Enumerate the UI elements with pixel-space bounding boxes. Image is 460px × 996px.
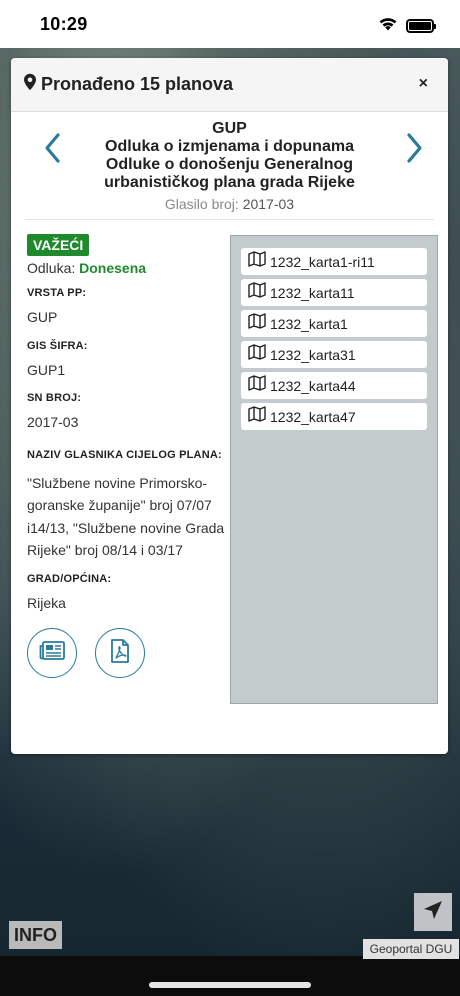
plan-name-line: Odluka o izmjenama i dopunama — [105, 138, 354, 155]
odluka-value: Donesena — [79, 260, 147, 276]
map-list-item[interactable]: 1232_karta47 — [241, 403, 427, 430]
odluka-row: Odluka: Donesena — [27, 260, 227, 276]
field-value-sn-broj: 2017-03 — [27, 414, 79, 430]
home-indicator[interactable] — [149, 982, 311, 988]
map-icon — [248, 375, 266, 396]
pdf-button[interactable] — [95, 628, 145, 678]
close-button[interactable]: × — [419, 75, 428, 93]
maps-list: 1232_karta1-ri11 1232_karta11 1232_karta… — [230, 235, 438, 704]
odluka-label: Odluka: — [27, 260, 76, 276]
map-icon — [248, 406, 266, 427]
map-item-label: 1232_karta11 — [270, 284, 355, 301]
map-attribution: Geoportal DGU — [363, 939, 459, 959]
locate-button[interactable] — [414, 893, 452, 931]
field-label-naziv-glasnika: NAZIV GLASNIKA CIJELOG PLANA: — [27, 448, 222, 461]
plan-name-line: urbanističkog plana grada Rijeke — [104, 174, 355, 191]
map-item-label: 1232_karta47 — [270, 408, 356, 425]
pdf-icon — [110, 638, 130, 668]
field-label-vrsta-pp: VRSTA PP: — [27, 287, 87, 299]
glasilo-value: 2017-03 — [242, 196, 295, 212]
plan-type: GUP — [212, 120, 247, 137]
glasilo-label: Glasilo broj: — [164, 196, 239, 212]
panel-title: Pronađeno 15 planova — [41, 74, 234, 94]
map-list-item[interactable]: 1232_karta31 — [241, 341, 427, 368]
status-icons — [378, 16, 436, 36]
map-icon — [248, 313, 266, 334]
map-item-label: 1232_karta31 — [270, 346, 356, 363]
wifi-icon — [378, 16, 398, 36]
plans-panel: Pronađeno 15 planova × GUP Odluka o izmj… — [11, 58, 448, 754]
map-icon — [248, 282, 266, 303]
map-item-label: 1232_karta1-ri11 — [270, 253, 375, 270]
field-value-vrsta-pp: GUP — [27, 309, 58, 325]
map-item-label: 1232_karta44 — [270, 377, 356, 394]
field-label-sn-broj: SN BROJ: — [27, 392, 82, 404]
plan-name-line: Odluke o donošenju Generalnog — [105, 156, 354, 173]
newspaper-button[interactable] — [27, 628, 77, 678]
field-value-naziv-glasnika: "Službene novine Primorsko-goranske župa… — [27, 474, 225, 559]
panel-header: Pronađeno 15 planova × — [11, 58, 448, 112]
previous-plan-button[interactable] — [41, 130, 65, 166]
field-value-gis-sifra: GUP1 — [27, 361, 66, 378]
map-bottom-strip — [0, 956, 460, 996]
map-list-item[interactable]: 1232_karta44 — [241, 372, 427, 399]
plan-heading: GUP Odluka o izmjenama i dopunama Odluke… — [73, 120, 386, 212]
status-badge: VAŽEĆI — [27, 234, 90, 256]
next-plan-button[interactable] — [402, 130, 426, 166]
field-label-gis-sifra: GIS ŠIFRA: — [27, 339, 88, 352]
map-list-item[interactable]: 1232_karta1 — [241, 310, 427, 337]
map-icon — [248, 251, 266, 272]
info-button[interactable]: INFO — [9, 921, 62, 949]
plan-navigation: GUP Odluka o izmjenama i dopunama Odluke… — [25, 112, 434, 220]
status-time: 10:29 — [40, 14, 88, 34]
battery-icon — [406, 19, 436, 33]
plan-glasilo: Glasilo broj: 2017-03 — [73, 196, 386, 212]
action-buttons — [27, 628, 227, 678]
map-list-item[interactable]: 1232_karta1-ri11 — [241, 248, 427, 275]
map-list-item[interactable]: 1232_karta11 — [241, 279, 427, 306]
location-arrow-icon — [422, 899, 444, 926]
newspaper-icon — [39, 640, 65, 666]
map-pin-icon — [23, 73, 37, 96]
map-item-label: 1232_karta1 — [270, 315, 348, 332]
map-icon — [248, 344, 266, 365]
field-label-grad-opcina: GRAD/OPĆINA: — [27, 572, 112, 585]
status-bar: 10:29 — [0, 0, 460, 48]
plan-details: VAŽEĆI Odluka: Donesena VRSTA PP: GUP GI… — [27, 234, 227, 678]
field-value-grad-opcina: Rijeka — [27, 594, 66, 611]
